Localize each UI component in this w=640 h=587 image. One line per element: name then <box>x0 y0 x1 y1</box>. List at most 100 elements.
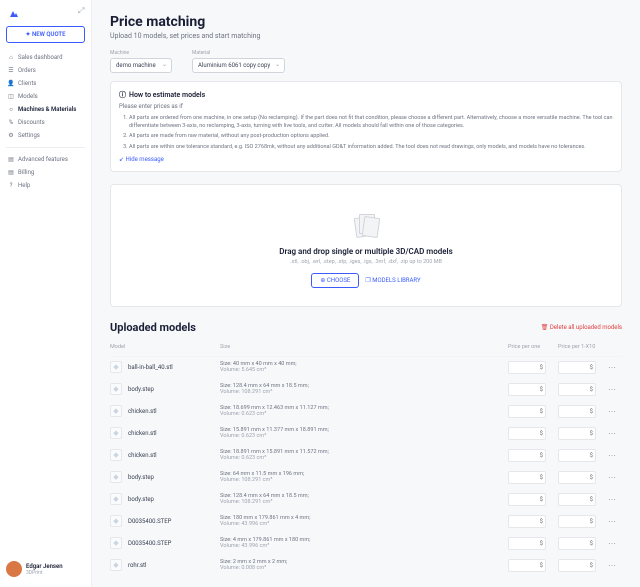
rule-item: All parts are within one tolerance stand… <box>129 144 613 152</box>
nav-label: Sales dashboard <box>18 54 63 61</box>
new-quote-button[interactable]: ✦ NEW QUOTE <box>6 26 85 43</box>
model-name: body.step <box>128 496 154 503</box>
uploaded-header: Uploaded models 🗑 Delete all uploaded mo… <box>110 321 622 334</box>
nav-icon: ⌂ <box>8 55 14 61</box>
sidebar-item[interactable]: 👤 Clients <box>6 77 85 90</box>
hide-message-link[interactable]: ↙ Hide message <box>119 156 613 163</box>
nav-icon: ⚙ <box>8 133 14 139</box>
table-row: ◆ body.step Size: 128.4 mm x 64 mm x 18.… <box>110 489 622 511</box>
choose-button[interactable]: ⊕ CHOOSE <box>311 273 359 288</box>
row-menu-icon[interactable]: ⋯ <box>608 473 616 482</box>
user-name: Edgar Jensen <box>26 563 63 570</box>
model-thumbnail: ◆ <box>110 383 122 395</box>
sidebar-item[interactable]: ○ Machines & Materials <box>6 103 85 116</box>
price-one-input[interactable] <box>508 383 546 396</box>
sidebar-item[interactable]: ⌂ Sales dashboard <box>6 51 85 64</box>
nav-icon: 👤 <box>8 81 14 87</box>
nav-label: Billing <box>18 169 34 176</box>
models-library-button[interactable]: ❐ MODELS LIBRARY <box>365 273 420 288</box>
model-thumbnail: ◆ <box>110 559 122 571</box>
price-ten-input[interactable] <box>558 383 596 396</box>
row-menu-icon[interactable]: ⋯ <box>608 561 616 570</box>
price-one-input[interactable] <box>508 471 546 484</box>
row-menu-icon[interactable]: ⋯ <box>608 429 616 438</box>
sidebar-item[interactable]: % Discounts <box>6 116 85 129</box>
user-company: 3DPrint <box>26 570 63 576</box>
drop-title: Drag and drop single or multiple 3D/CAD … <box>121 247 611 256</box>
price-ten-input[interactable] <box>558 405 596 418</box>
delete-all-link[interactable]: 🗑 Delete all uploaded models <box>541 324 622 331</box>
material-label: Material <box>192 50 285 56</box>
nav-icon: ◫ <box>8 94 14 100</box>
nav-label: Clients <box>18 80 36 87</box>
nav-primary: ⌂ Sales dashboard ☰Orders 👤 Clients ◫ Models ○ M… <box>6 51 85 557</box>
price-one-input[interactable] <box>508 427 546 440</box>
price-ten-input[interactable] <box>558 361 596 374</box>
page-subtitle: Upload 10 models, set prices and start m… <box>110 32 622 40</box>
sidebar-item[interactable]: ?Help <box>6 179 85 192</box>
price-one-input[interactable] <box>508 361 546 374</box>
table-header: Model Size Price per one Price per 1-X10 <box>110 342 622 357</box>
row-menu-icon[interactable]: ⋯ <box>608 495 616 504</box>
drop-note: .stl, .obj, .wrl, .step, .stp, .iges, .i… <box>121 259 611 265</box>
price-one-input[interactable] <box>508 559 546 572</box>
model-name: chicken.stl <box>128 430 157 437</box>
row-menu-icon[interactable]: ⋯ <box>608 451 616 460</box>
user-chip[interactable]: Edgar Jensen 3DPrint <box>6 557 85 581</box>
sidebar-toggle-icon[interactable]: ⤢ <box>78 6 84 16</box>
page-title: Price matching <box>110 14 622 30</box>
table-row: ◆ body.step Size: 64 mm x 11.5 mm x 196 … <box>110 467 622 489</box>
row-menu-icon[interactable]: ⋯ <box>608 385 616 394</box>
table-row: ◆ chicken.stl Size: 18.891 mm x 15.891 m… <box>110 445 622 467</box>
nav-icon: % <box>8 120 14 126</box>
dropzone[interactable]: Drag and drop single or multiple 3D/CAD … <box>110 184 622 307</box>
nav-icon: ▤ <box>8 170 14 176</box>
col-price-one: Price per one <box>508 344 558 350</box>
sidebar-item[interactable]: ▤ Billing <box>6 166 85 179</box>
price-one-input[interactable] <box>508 449 546 462</box>
nav-label: Machines & Materials <box>18 106 76 113</box>
model-thumbnail: ◆ <box>110 361 122 373</box>
price-one-input[interactable] <box>508 405 546 418</box>
nav-icon: ○ <box>8 107 14 113</box>
material-select[interactable]: Aluminium 6061 copy copy <box>192 58 285 73</box>
table-row: ◆ body.step Size: 128.4 mm x 64 mm x 18.… <box>110 379 622 401</box>
price-ten-input[interactable] <box>558 515 596 528</box>
nav-label: Orders <box>18 67 36 74</box>
price-ten-input[interactable] <box>558 449 596 462</box>
row-menu-icon[interactable]: ⋯ <box>608 539 616 548</box>
price-ten-input[interactable] <box>558 537 596 550</box>
row-menu-icon[interactable]: ⋯ <box>608 517 616 526</box>
model-volume: Volume: 0.623 cm³ <box>220 455 508 461</box>
price-ten-input[interactable] <box>558 493 596 506</box>
model-name: D0035400.STEP <box>128 518 171 525</box>
model-volume: Volume: 5.645 cm³ <box>220 367 508 373</box>
model-name: chicken.stl <box>128 452 157 459</box>
row-menu-icon[interactable]: ⋯ <box>608 363 616 372</box>
model-volume: Volume: 0.008 cm³ <box>220 565 508 571</box>
price-ten-input[interactable] <box>558 471 596 484</box>
nav-label: Models <box>18 93 38 100</box>
main-content: Price matching Upload 10 models, set pri… <box>92 0 640 587</box>
price-ten-input[interactable] <box>558 559 596 572</box>
sidebar-item[interactable]: ▤Advanced features <box>6 153 85 166</box>
model-name: body.step <box>128 386 154 393</box>
table-row: ◆ ball-in-ball_40.stl Size: 40 mm x 40 m… <box>110 357 622 379</box>
machine-select[interactable]: demo machine <box>110 58 172 73</box>
nav-icon: ? <box>8 183 14 189</box>
row-menu-icon[interactable]: ⋯ <box>608 407 616 416</box>
nav-icon: ▤ <box>8 157 14 163</box>
col-model: Model <box>110 344 220 350</box>
sidebar-item[interactable]: ⚙Settings <box>6 129 85 142</box>
model-thumbnail: ◆ <box>110 515 122 527</box>
info-icon: ⓘ <box>119 90 126 100</box>
sidebar-item[interactable]: ☰Orders <box>6 64 85 77</box>
logo <box>8 8 20 20</box>
price-one-input[interactable] <box>508 515 546 528</box>
sidebar-item[interactable]: ◫ Models <box>6 90 85 103</box>
model-volume: Volume: 108.291 cm³ <box>220 477 508 483</box>
price-one-input[interactable] <box>508 493 546 506</box>
price-ten-input[interactable] <box>558 427 596 440</box>
price-one-input[interactable] <box>508 537 546 550</box>
nav-label: Discounts <box>18 119 45 126</box>
